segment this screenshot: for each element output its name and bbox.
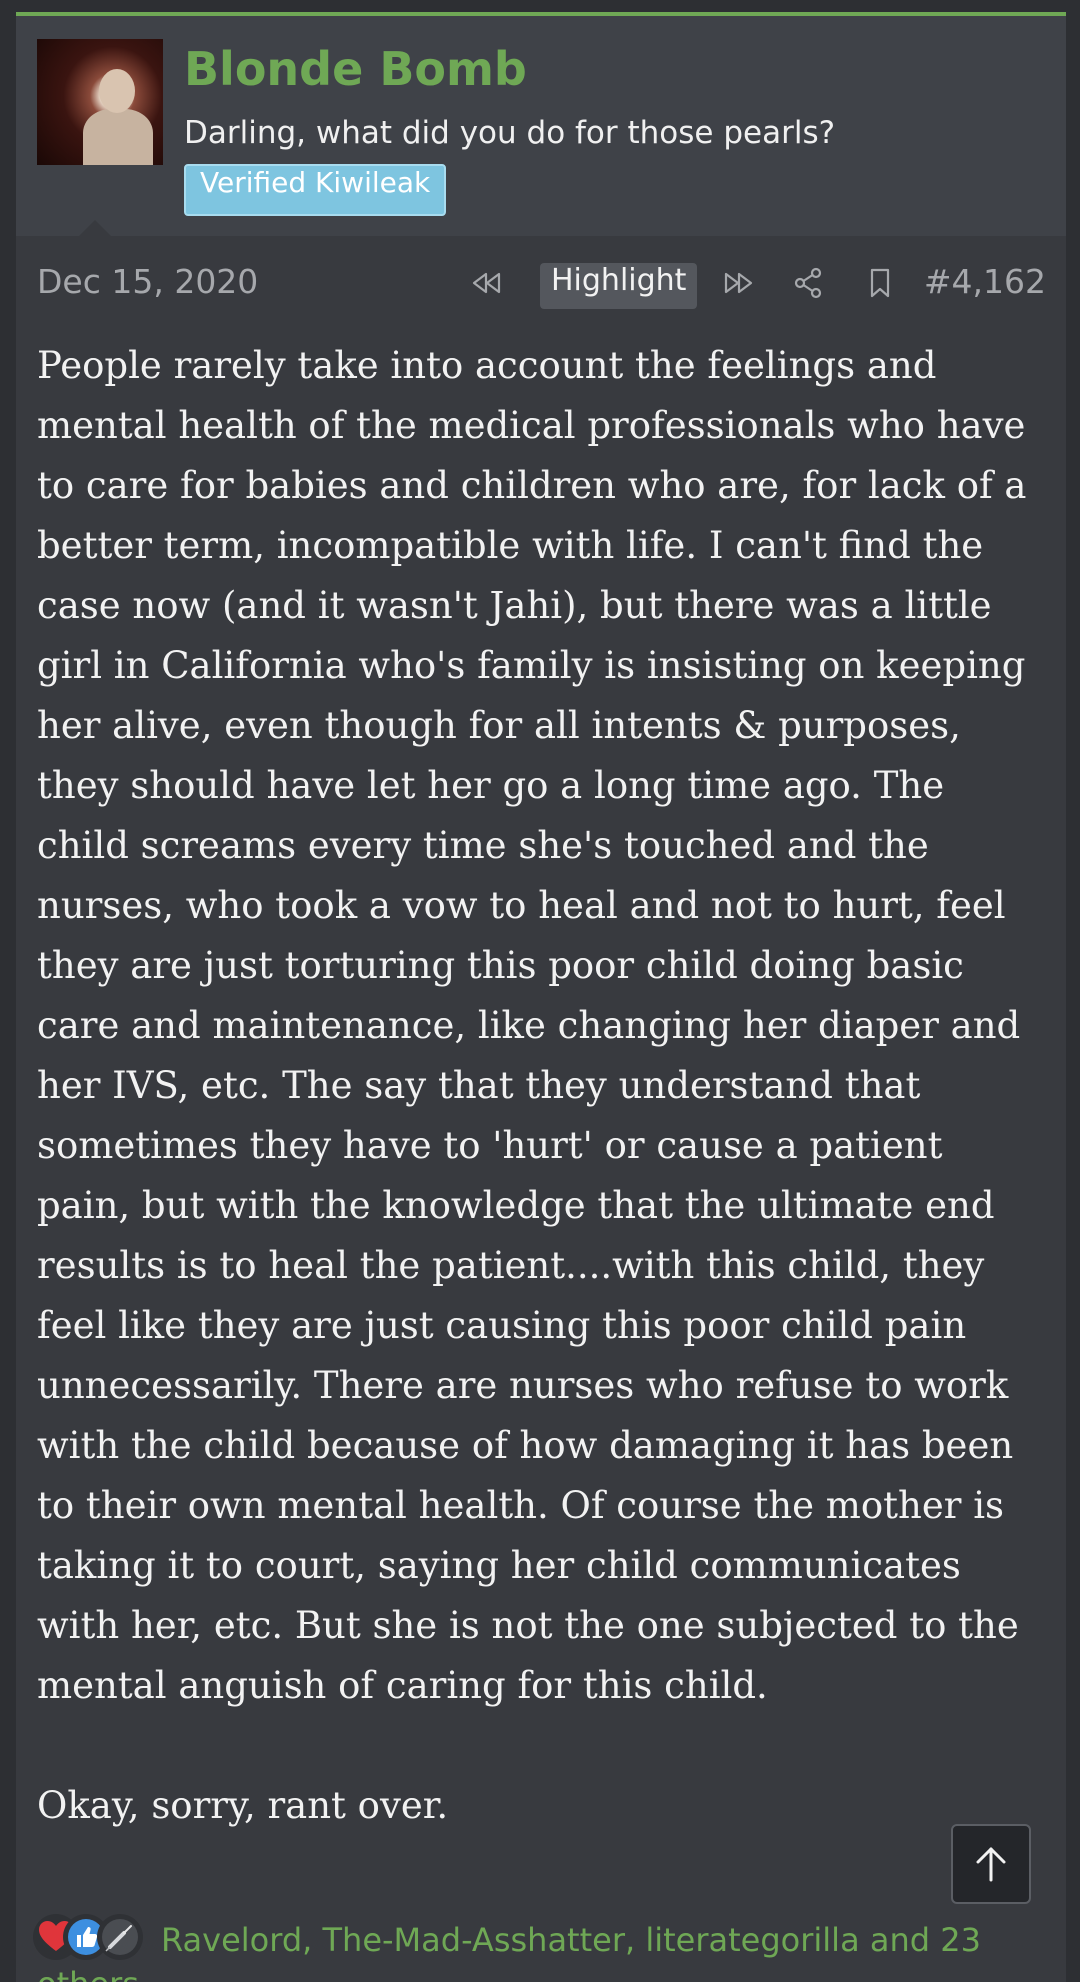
share-icon[interactable] (786, 261, 830, 305)
bookmark-icon[interactable] (858, 261, 902, 305)
user-title: Darling, what did you do for those pearl… (184, 115, 836, 151)
post-date[interactable]: Dec 15, 2020 (37, 262, 258, 301)
next-highlight-icon[interactable] (716, 261, 760, 305)
post-number-link[interactable]: #4,162 (924, 262, 1046, 301)
highlight-button[interactable]: Highlight (540, 263, 698, 309)
forum-post: Blonde Bomb Darling, what did you do for… (16, 12, 1066, 1982)
username-link[interactable]: Blonde Bomb (184, 42, 527, 96)
avatar[interactable] (37, 39, 163, 165)
header-pointer (79, 220, 111, 236)
message-paragraph: Okay, sorry, rant over. (37, 1784, 449, 1827)
message-paragraph: People rarely take into account the feel… (37, 344, 1027, 1707)
post-message: People rarely take into account the feel… (37, 336, 1047, 1836)
scroll-to-top-button[interactable] (951, 1824, 1031, 1904)
user-badge: Verified Kiwileak (184, 164, 447, 216)
post-user-header: Blonde Bomb Darling, what did you do for… (16, 16, 1066, 236)
previous-highlight-icon[interactable] (465, 261, 509, 305)
reaction-list-link[interactable]: Ravelord, The-Mad-Asshatter, literategor… (37, 1918, 1047, 1982)
arrow-up-icon (976, 1847, 1006, 1882)
